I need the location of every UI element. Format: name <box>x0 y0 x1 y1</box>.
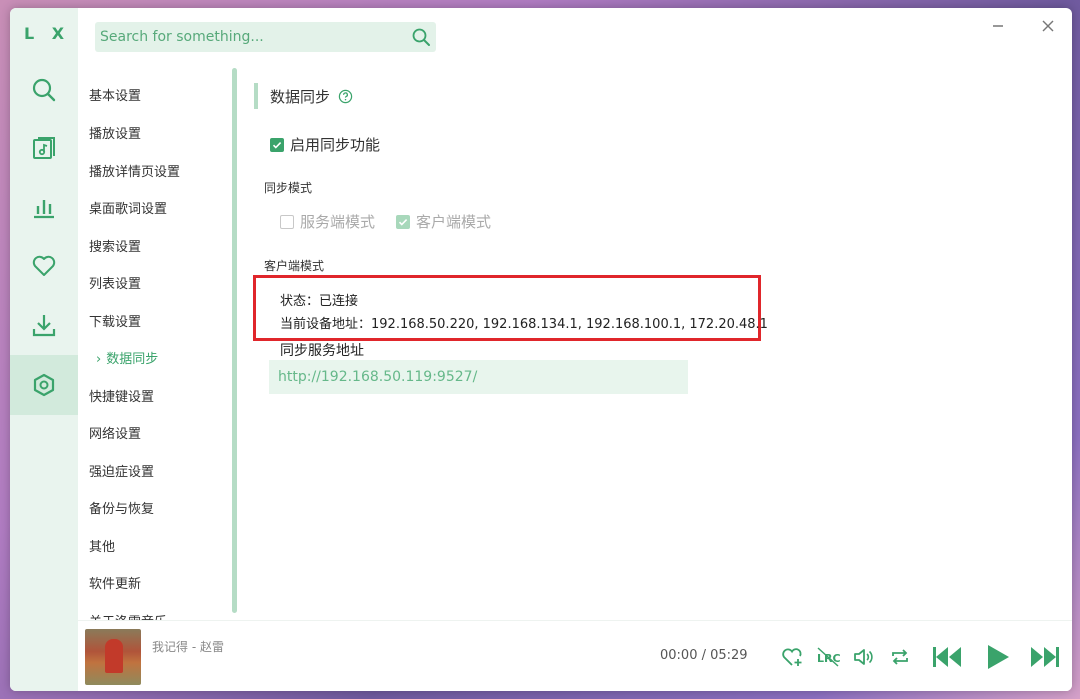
nav-item-play-detail[interactable]: 播放详情页设置 <box>89 161 180 180</box>
song-title: 我记得 - 赵雷 <box>152 640 224 654</box>
section-title: 数据同步 <box>254 83 353 109</box>
nav-item-about[interactable]: 关于洛雪音乐 <box>89 611 167 620</box>
volume-icon <box>854 649 873 665</box>
search-icon <box>412 28 430 46</box>
enable-sync-label: 启用同步功能 <box>290 136 381 154</box>
heart-plus-icon <box>782 648 802 666</box>
active-chevron-icon: › <box>96 352 102 367</box>
rail-search-button[interactable] <box>10 61 78 119</box>
server-mode-label: 服务端模式 <box>300 213 376 231</box>
app-logo: L X <box>23 24 71 43</box>
nav-scrollbar[interactable] <box>232 68 237 613</box>
minimize-icon <box>993 25 1003 27</box>
settings-content: 数据同步 启用同步功能 同步模式 服务端模式 客户端模式 客户端模式 状态：已连… <box>248 68 1072 628</box>
close-button[interactable] <box>1038 16 1058 36</box>
service-address-label: 同步服务地址 <box>280 343 364 359</box>
client-mode-checkbox[interactable]: 客户端模式 <box>396 211 491 232</box>
search-submit-button[interactable] <box>406 22 436 52</box>
nav-item-network[interactable]: 网络设置 <box>89 423 141 442</box>
rail-leaderboard-button[interactable] <box>10 178 78 236</box>
icon-rail: L X <box>10 8 78 691</box>
device-address: 当前设备地址：192.168.50.220, 192.168.134.1, 19… <box>280 317 768 332</box>
nav-item-ocd[interactable]: 强迫症设置 <box>89 461 154 480</box>
download-icon <box>32 315 56 337</box>
checkbox-checked-disabled-icon <box>396 214 410 229</box>
nav-item-list[interactable]: 列表设置 <box>89 273 141 292</box>
minimize-button[interactable] <box>988 16 1008 36</box>
settings-nav: 基本设置 播放设置 播放详情页设置 桌面歌词设置 搜索设置 列表设置 下载设置 … <box>78 68 238 620</box>
nav-item-backup[interactable]: 备份与恢复 <box>89 498 154 517</box>
rail-songlist-button[interactable] <box>10 119 78 177</box>
server-mode-checkbox[interactable]: 服务端模式 <box>280 211 375 232</box>
next-button[interactable] <box>1028 643 1062 671</box>
app-window: L X 基本设置 播放设置 播放详 <box>10 8 1072 691</box>
lyric-toggle-button[interactable]: LRC <box>814 643 842 671</box>
rail-favorites-button[interactable] <box>10 237 78 295</box>
music-list-icon <box>33 137 55 159</box>
nav-item-hotkeys[interactable]: 快捷键设置 <box>89 386 154 405</box>
skip-previous-icon <box>933 647 961 667</box>
section-title-text: 数据同步 <box>270 87 331 106</box>
nav-item-other[interactable]: 其他 <box>89 536 115 555</box>
search-icon <box>32 78 56 102</box>
help-icon[interactable] <box>338 89 353 104</box>
nav-item-update[interactable]: 软件更新 <box>89 573 141 592</box>
nav-item-play[interactable]: 播放设置 <box>89 123 141 142</box>
service-address-input[interactable] <box>269 360 688 394</box>
client-mode-heading: 客户端模式 <box>264 259 325 273</box>
nav-item-sync-label: 数据同步 <box>106 352 159 367</box>
play-icon <box>988 645 1009 669</box>
bar-chart-icon <box>34 200 54 219</box>
add-to-list-button[interactable] <box>778 643 806 671</box>
heart-icon <box>32 255 56 276</box>
nav-item-search[interactable]: 搜索设置 <box>89 236 141 255</box>
search-input[interactable] <box>95 22 406 52</box>
connection-status: 状态：已连接 <box>280 294 359 309</box>
nav-item-download[interactable]: 下载设置 <box>89 311 141 330</box>
sync-mode-heading: 同步模式 <box>264 181 313 195</box>
volume-button[interactable] <box>850 643 878 671</box>
rail-download-button[interactable] <box>10 296 78 354</box>
player-bar: 我记得 - 赵雷 00:00 / 05:29 LRC <box>78 620 1072 691</box>
repeat-icon <box>892 649 908 665</box>
loop-mode-button[interactable] <box>886 643 914 671</box>
play-time: 00:00 / 05:29 <box>660 648 748 663</box>
search-box <box>95 22 436 52</box>
skip-next-icon <box>1031 647 1059 667</box>
checkbox-checked-icon <box>270 137 284 152</box>
enable-sync-checkbox[interactable]: 启用同步功能 <box>270 134 380 155</box>
settings-hex-icon <box>33 373 55 397</box>
rail-settings-button[interactable] <box>10 355 78 415</box>
checkbox-unchecked-icon <box>280 214 294 229</box>
close-icon <box>1042 20 1054 32</box>
lyric-off-icon: LRC <box>817 647 841 667</box>
previous-button[interactable] <box>930 643 964 671</box>
album-cover[interactable] <box>85 629 141 685</box>
nav-item-sync[interactable]: › 数据同步 <box>96 348 158 367</box>
nav-item-basic[interactable]: 基本设置 <box>89 85 141 104</box>
nav-item-desktop-lyric[interactable]: 桌面歌词设置 <box>89 198 167 217</box>
play-button[interactable] <box>980 643 1014 671</box>
client-mode-label: 客户端模式 <box>416 213 492 231</box>
